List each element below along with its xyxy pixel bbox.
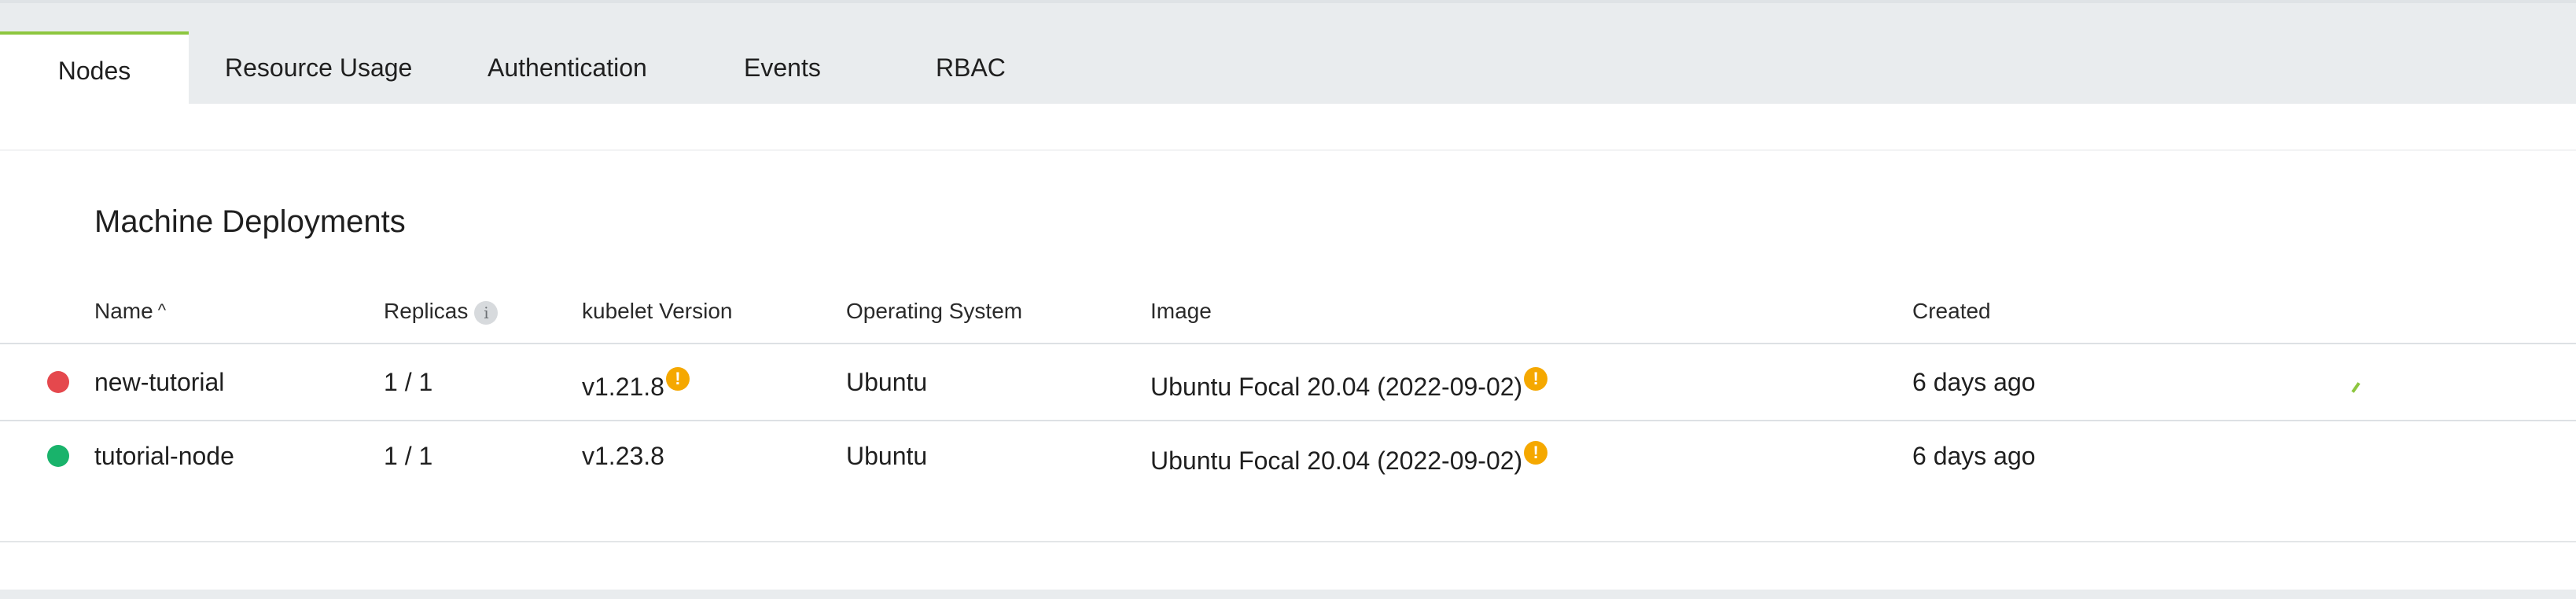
- card-divider: [0, 149, 2576, 151]
- row-image: Ubuntu Focal 20.04 (2022-09-02)!: [1150, 441, 1548, 476]
- table-row[interactable]: tutorial-node 1 / 1 v1.23.8 Ubuntu Ubunt…: [0, 421, 2576, 497]
- column-header-replicas-label: Replicas: [384, 299, 469, 323]
- row-kubelet-version: v1.23.8: [582, 442, 664, 470]
- tab-nodes[interactable]: Nodes: [0, 31, 189, 104]
- column-header-created: Created: [1912, 299, 1991, 323]
- tab-events[interactable]: Events: [744, 31, 821, 104]
- row-name: tutorial-node: [94, 442, 234, 470]
- row-operating-system: Ubuntu: [846, 442, 928, 470]
- row-image-text: Ubuntu Focal 20.04 (2022-09-02): [1150, 373, 1523, 401]
- row-created: 6 days ago: [1912, 368, 2036, 396]
- row-replicas: 1 / 1: [384, 442, 433, 470]
- tab-rbac[interactable]: RBAC: [936, 31, 1006, 104]
- column-header-name[interactable]: Name ^: [94, 299, 166, 324]
- row-operating-system: Ubuntu: [846, 368, 928, 396]
- column-header-name-label: Name: [94, 299, 153, 323]
- column-header-replicas: Replicas i: [384, 299, 499, 325]
- section-title: Machine Deployments: [94, 204, 406, 239]
- column-header-operating-system: Operating System: [846, 299, 1023, 323]
- table-row[interactable]: new-tutorial 1 / 1 v1.21.8! Ubuntu Ubunt…: [0, 344, 2576, 420]
- tab-authentication[interactable]: Authentication: [488, 31, 647, 104]
- bottom-panel: [0, 542, 2576, 590]
- status-error-icon: [47, 371, 69, 393]
- row-replicas: 1 / 1: [384, 368, 433, 396]
- warning-icon[interactable]: !: [665, 367, 690, 391]
- column-header-kubelet-version: kubelet Version: [582, 299, 733, 323]
- row-created: 6 days ago: [1912, 442, 2036, 470]
- column-header-image: Image: [1150, 299, 1212, 323]
- tab-resource-usage[interactable]: Resource Usage: [225, 31, 412, 104]
- sort-ascending-icon: ^: [157, 300, 167, 320]
- row-image-text: Ubuntu Focal 20.04 (2022-09-02): [1150, 446, 1523, 475]
- status-running-icon: [47, 445, 69, 467]
- warning-icon[interactable]: !: [1524, 441, 1548, 465]
- top-border: [0, 0, 2576, 3]
- info-icon[interactable]: i: [474, 300, 499, 325]
- row-kubelet-version: v1.21.8!: [582, 367, 690, 402]
- row-name: new-tutorial: [94, 368, 225, 396]
- machine-deployments-card: Machine Deployments Name ^ Replicas i kube…: [0, 104, 2576, 542]
- warning-icon[interactable]: !: [1524, 367, 1548, 391]
- row-image: Ubuntu Focal 20.04 (2022-09-02)!: [1150, 367, 1548, 402]
- row-kubelet-version-text: v1.21.8: [582, 373, 664, 401]
